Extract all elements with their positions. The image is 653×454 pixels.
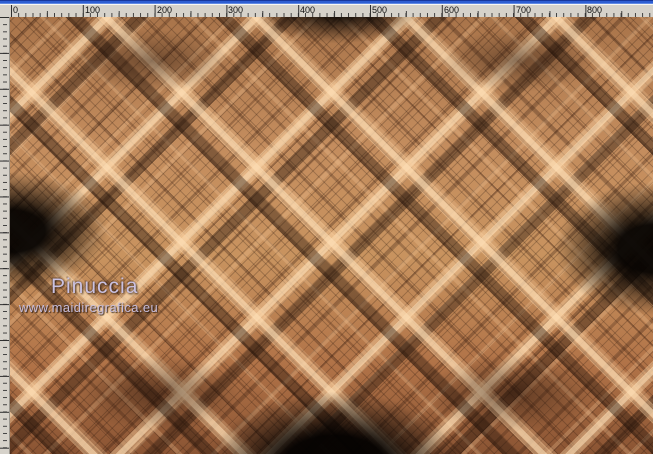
app-window: 0 100 200 300 400 500 600 700 800 Pinucc… — [0, 0, 653, 454]
ruler-label-500: 500 — [372, 5, 388, 15]
watermark-website: www.maidiregrafica.eu — [19, 300, 159, 315]
image-canvas[interactable]: Pinuccia www.maidiregrafica.eu — [10, 17, 653, 454]
horizontal-ruler[interactable]: 0 100 200 300 400 500 600 700 800 — [10, 4, 653, 17]
ruler-label-300: 300 — [228, 5, 244, 15]
ruler-label-100: 100 — [85, 5, 101, 15]
ruler-label-400: 400 — [300, 5, 316, 15]
ruler-label-0: 0 — [13, 5, 19, 15]
watermark-signature: Pinuccia — [51, 275, 139, 298]
ruler-corner-box — [0, 4, 10, 17]
ruler-label-600: 600 — [444, 5, 460, 15]
vertical-ruler[interactable] — [0, 17, 10, 454]
ruler-label-200: 200 — [157, 5, 173, 15]
vertical-ruler-ticks — [0, 17, 9, 454]
ruler-label-800: 800 — [587, 5, 603, 15]
horizontal-ruler-ticks — [11, 5, 653, 17]
ruler-label-700: 700 — [516, 5, 532, 15]
